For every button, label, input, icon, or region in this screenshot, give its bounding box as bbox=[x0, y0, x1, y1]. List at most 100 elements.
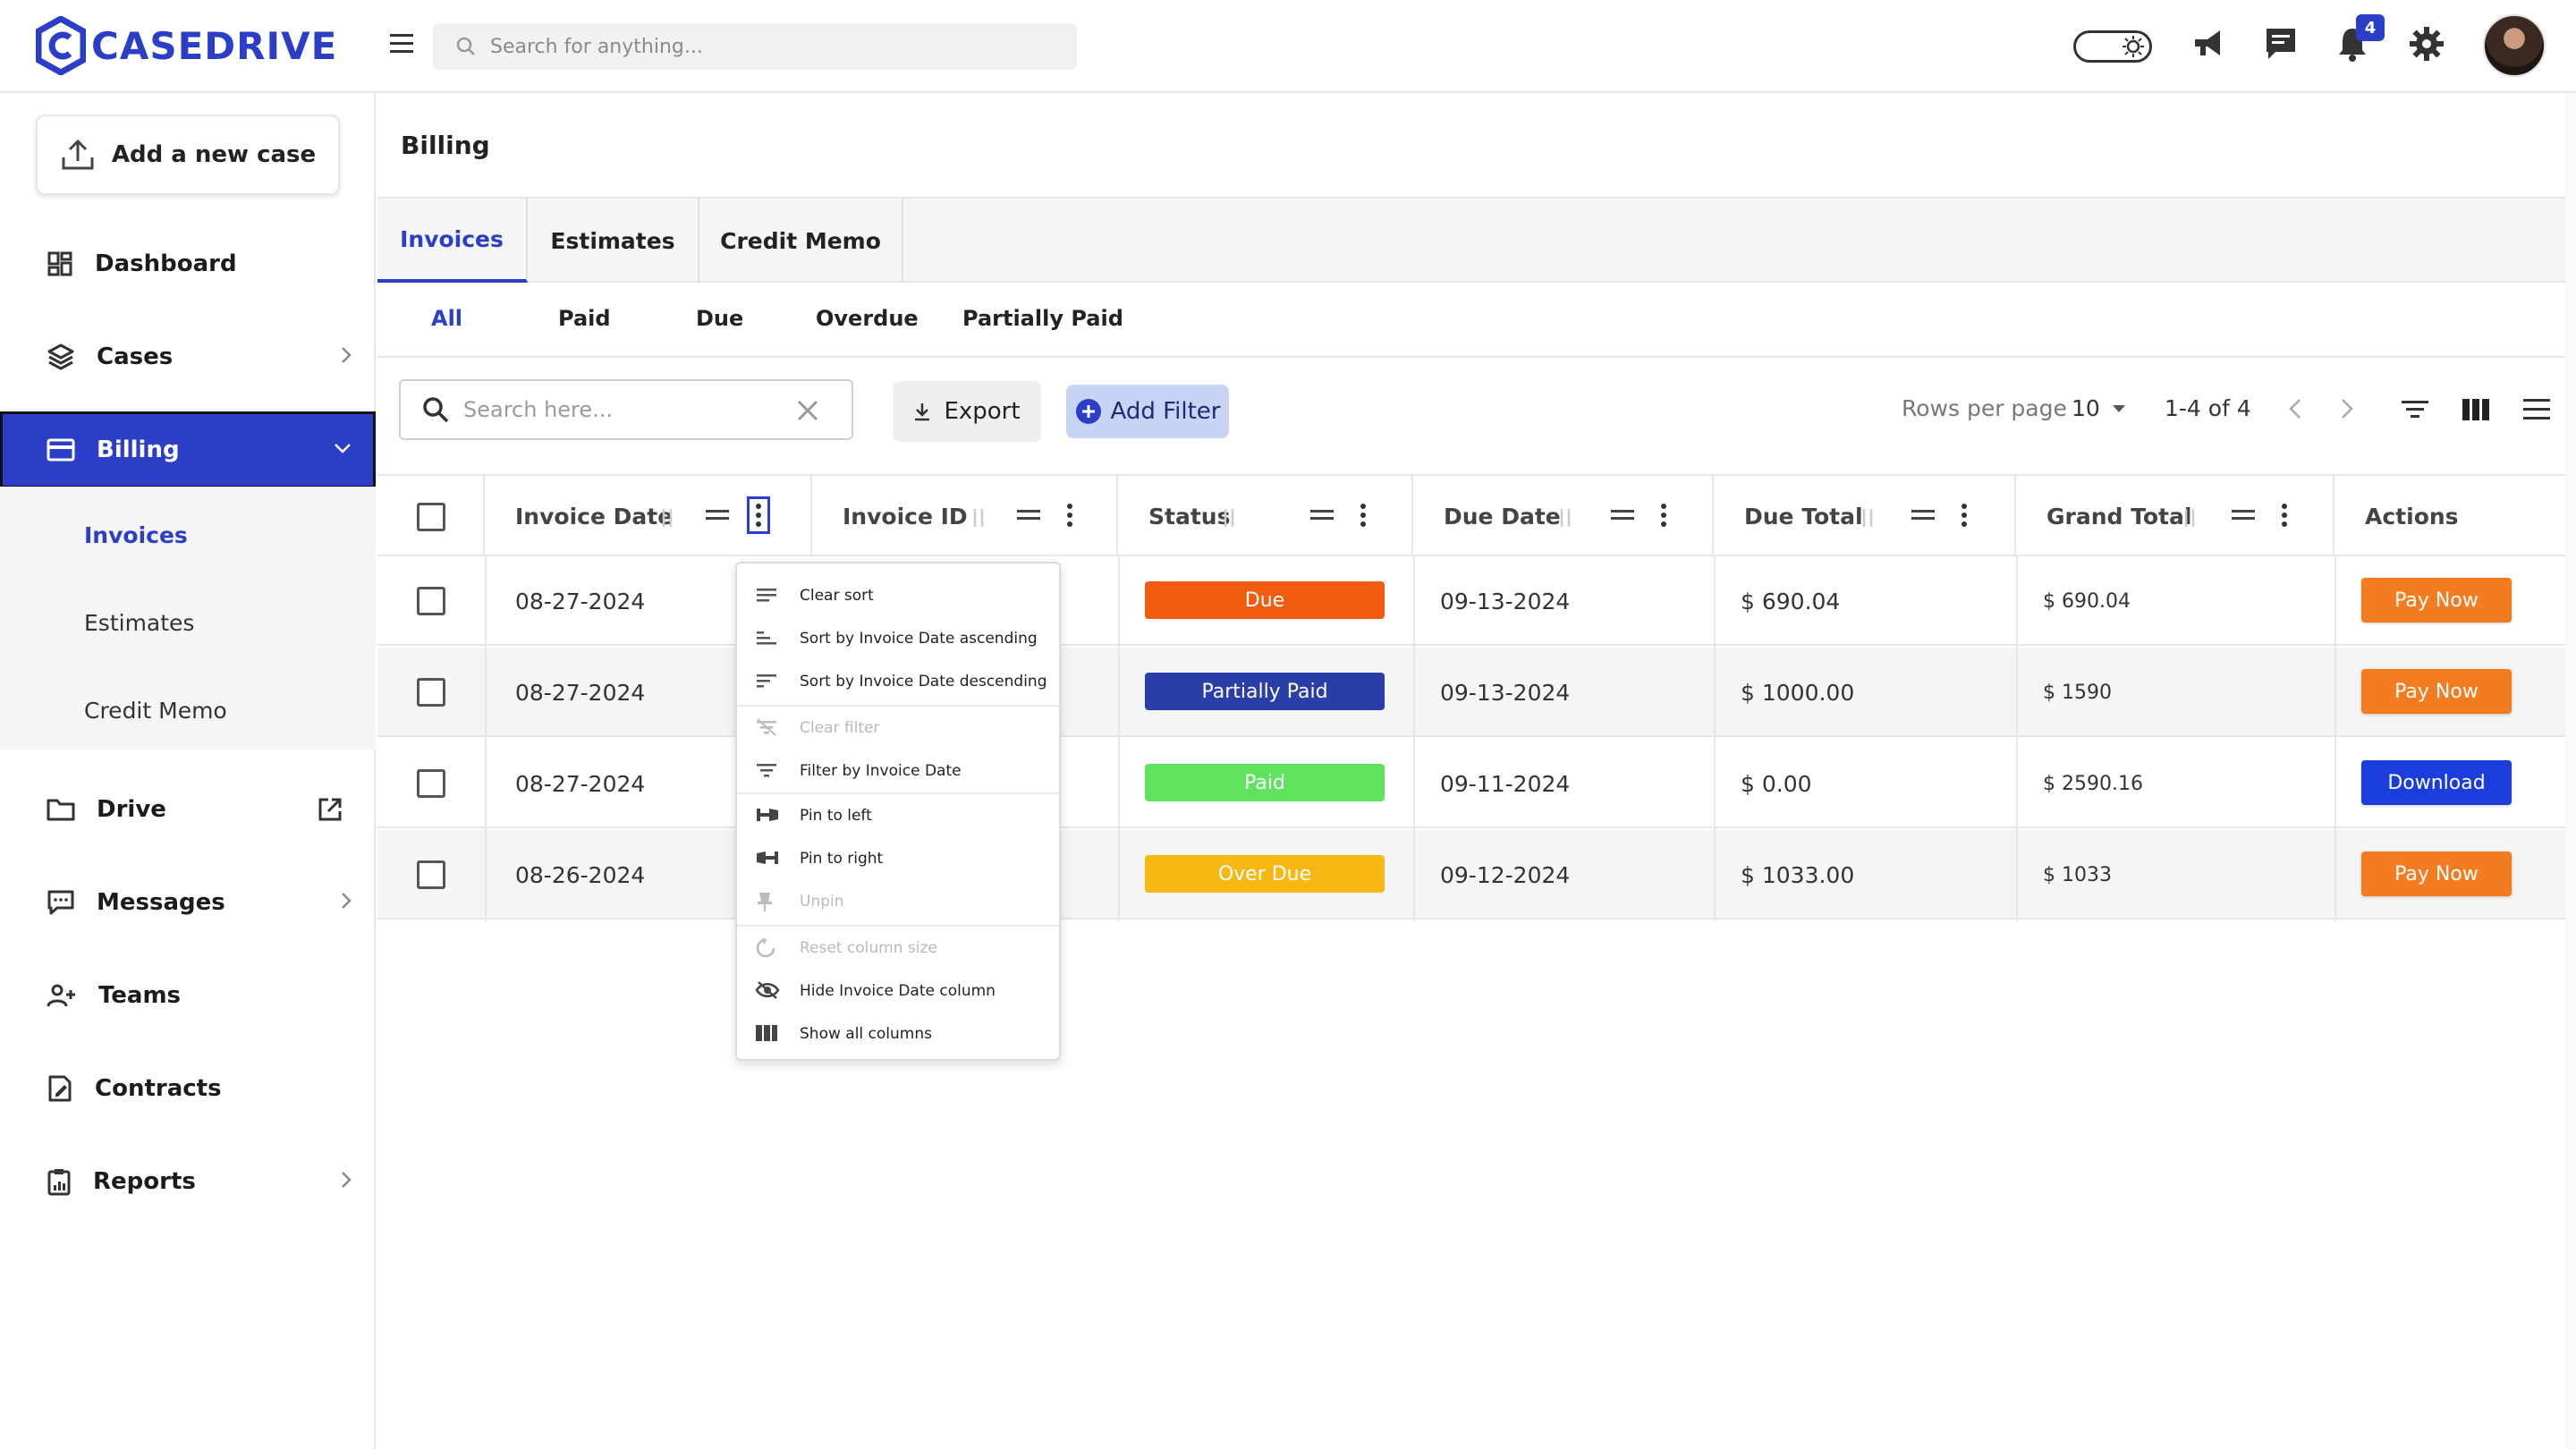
header-invoice-id[interactable]: Invoice ID bbox=[812, 476, 1118, 556]
column-divider bbox=[485, 556, 487, 921]
filter-lines-icon[interactable] bbox=[2401, 399, 2429, 420]
drag-handle-icon[interactable] bbox=[1610, 506, 1635, 524]
menu-item-label: Unpin bbox=[800, 893, 844, 911]
subnav-estimates[interactable]: Estimates bbox=[84, 610, 194, 636]
header-grand-total[interactable]: Grand Total bbox=[2016, 476, 2334, 556]
next-page-icon[interactable] bbox=[2340, 397, 2354, 420]
menu-item-pin-left[interactable]: Pin to left bbox=[737, 794, 1059, 837]
brand-logo[interactable]: CASEDRIVE bbox=[36, 16, 337, 75]
column-menu-icon[interactable] bbox=[1358, 503, 1368, 528]
pin-left-icon bbox=[757, 809, 778, 821]
table-row[interactable]: 08-26-2024 Over Due 09-12-2024 $ 1033.00… bbox=[377, 830, 2565, 919]
subnav-invoices[interactable]: Invoices bbox=[84, 522, 188, 548]
column-menu-icon[interactable] bbox=[2279, 503, 2290, 528]
column-menu-icon[interactable] bbox=[1658, 503, 1669, 528]
clear-sort-icon bbox=[757, 589, 776, 602]
density-icon[interactable] bbox=[2522, 395, 2551, 424]
header-due-date[interactable]: Due Date bbox=[1413, 476, 1714, 556]
sort-icon[interactable] bbox=[1859, 506, 1877, 530]
menu-item-filter-by[interactable]: Filter by Invoice Date bbox=[737, 750, 1059, 792]
filter-all[interactable]: All bbox=[431, 306, 462, 331]
status-badge: Paid bbox=[1145, 764, 1385, 801]
header-due-total[interactable]: Due Total bbox=[1714, 476, 2016, 556]
tab-invoices[interactable]: Invoices bbox=[377, 199, 528, 283]
sidebar-item-reports[interactable]: Reports bbox=[0, 1143, 376, 1220]
megaphone-icon[interactable] bbox=[2190, 25, 2227, 63]
column-menu-icon[interactable] bbox=[1959, 503, 1970, 528]
cell-due-total: $ 1000.00 bbox=[1741, 679, 1855, 706]
table-row[interactable]: 08-27-2024 Partially Paid 09-13-2024 $ 1… bbox=[377, 648, 2565, 737]
pay-now-button[interactable]: Pay Now bbox=[2361, 578, 2512, 623]
row-checkbox[interactable] bbox=[417, 860, 445, 889]
sidebar-item-cases[interactable]: Cases bbox=[0, 318, 376, 395]
sort-icon[interactable] bbox=[1556, 506, 1574, 530]
sort-icon[interactable] bbox=[658, 506, 676, 530]
subnav-credit-memo[interactable]: Credit Memo bbox=[84, 698, 227, 724]
pay-now-button[interactable]: Pay Now bbox=[2361, 669, 2512, 714]
columns-icon[interactable] bbox=[2462, 397, 2490, 422]
column-divider bbox=[1118, 556, 1120, 921]
sidebar-item-drive[interactable]: Drive bbox=[0, 771, 376, 848]
sidebar-item-teams[interactable]: Teams bbox=[0, 957, 376, 1034]
menu-item-sort-ascending[interactable]: Sort by Invoice Date ascending bbox=[737, 617, 1059, 660]
tab-estimates[interactable]: Estimates bbox=[528, 199, 699, 283]
global-search[interactable] bbox=[433, 23, 1077, 70]
add-case-button[interactable]: Add a new case bbox=[36, 114, 340, 195]
pay-now-button[interactable]: Pay Now bbox=[2361, 852, 2512, 896]
table-search-input[interactable] bbox=[463, 397, 785, 422]
clipboard-icon bbox=[47, 1169, 71, 1196]
header-status[interactable]: Status bbox=[1118, 476, 1413, 556]
sidebar-item-contracts[interactable]: Contracts bbox=[0, 1050, 376, 1127]
row-checkbox[interactable] bbox=[417, 769, 445, 798]
menu-item-clear-sort[interactable]: Clear sort bbox=[737, 574, 1059, 617]
sort-icon[interactable] bbox=[1220, 506, 1238, 530]
filter-due[interactable]: Due bbox=[696, 306, 743, 331]
drag-handle-icon[interactable] bbox=[2231, 506, 2256, 524]
filter-paid[interactable]: Paid bbox=[558, 306, 611, 331]
sidebar-item-messages[interactable]: Messages bbox=[0, 864, 376, 941]
table-search[interactable] bbox=[399, 379, 853, 440]
chat-icon[interactable] bbox=[2263, 25, 2299, 63]
theme-toggle[interactable] bbox=[2073, 30, 2152, 63]
rows-per-page-select[interactable]: 10 bbox=[2072, 395, 2127, 421]
pin-right-icon bbox=[757, 852, 778, 864]
drag-handle-icon[interactable] bbox=[1016, 506, 1041, 524]
drag-handle-icon[interactable] bbox=[1911, 506, 1936, 524]
menu-item-pin-right[interactable]: Pin to right bbox=[737, 837, 1059, 880]
upload-icon bbox=[62, 139, 94, 170]
filter-overdue[interactable]: Overdue bbox=[816, 306, 919, 331]
add-filter-button[interactable]: Add Filter bbox=[1066, 385, 1229, 438]
menu-item-show-all-columns[interactable]: Show all columns bbox=[737, 1013, 1059, 1055]
table-row[interactable]: 08-27-2024 Paid 09-11-2024 $ 0.00 $ 2590… bbox=[377, 739, 2565, 828]
page-title: Billing bbox=[401, 131, 490, 160]
global-search-input[interactable] bbox=[490, 35, 1027, 58]
select-all-checkbox[interactable] bbox=[417, 503, 445, 531]
export-button[interactable]: Export bbox=[893, 381, 1041, 442]
avatar[interactable] bbox=[2483, 14, 2546, 77]
table-row[interactable]: 08-27-2024 Due 09-13-2024 $ 690.04 $ 690… bbox=[377, 556, 2565, 646]
filter-partially-paid[interactable]: Partially Paid bbox=[962, 306, 1123, 331]
sidebar-item-dashboard[interactable]: Dashboard bbox=[0, 225, 376, 302]
menu-icon[interactable] bbox=[388, 32, 415, 55]
sidebar-item-billing[interactable]: Billing bbox=[0, 411, 376, 488]
menu-item-sort-descending[interactable]: Sort by Invoice Date descending bbox=[737, 660, 1059, 703]
row-checkbox[interactable] bbox=[417, 678, 445, 707]
prev-page-icon[interactable] bbox=[2288, 397, 2302, 420]
drag-handle-icon[interactable] bbox=[705, 506, 730, 524]
sort-icon[interactable] bbox=[970, 506, 987, 530]
sidebar-item-label: Contracts bbox=[95, 1075, 222, 1102]
external-link-icon[interactable] bbox=[317, 796, 343, 823]
menu-item-hide-column[interactable]: Hide Invoice Date column bbox=[737, 970, 1059, 1013]
tab-credit-memo[interactable]: Credit Memo bbox=[699, 199, 903, 283]
header-invoice-date[interactable]: Invoice Date bbox=[485, 476, 812, 556]
column-menu-icon[interactable] bbox=[1064, 503, 1075, 528]
row-checkbox[interactable] bbox=[417, 587, 445, 615]
page-scrollbar[interactable] bbox=[2565, 93, 2576, 1449]
drag-handle-icon[interactable] bbox=[1309, 506, 1335, 524]
close-icon[interactable] bbox=[796, 399, 819, 422]
sidebar-item-label: Drive bbox=[97, 796, 166, 823]
download-button[interactable]: Download bbox=[2361, 760, 2512, 805]
column-menu-icon[interactable] bbox=[747, 496, 770, 534]
sort-icon[interactable] bbox=[2181, 506, 2199, 530]
gear-icon[interactable] bbox=[2408, 25, 2445, 63]
